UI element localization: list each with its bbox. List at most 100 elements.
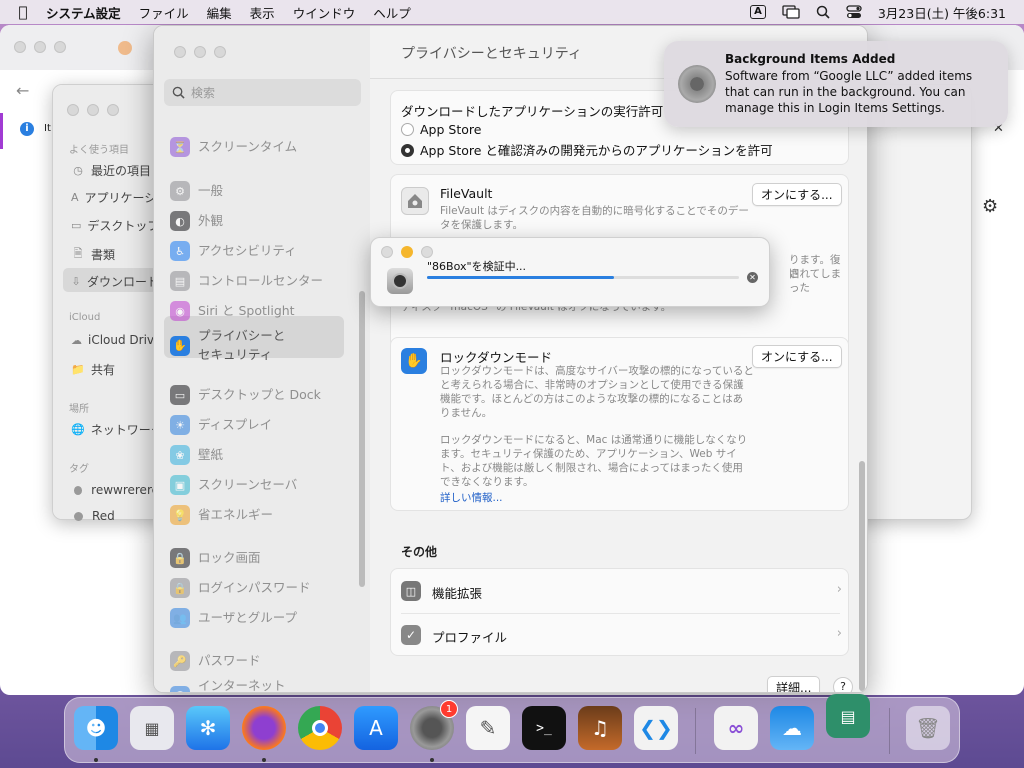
- control-center-icon[interactable]: [838, 5, 870, 19]
- finder-item-recents[interactable]: ◷ 最近の項目: [71, 162, 159, 179]
- finder-item-network[interactable]: 🌐 ネットワーク: [71, 421, 159, 438]
- sidebar-item-label: デスクトップと Dock: [198, 387, 321, 402]
- desktop-icon: ▭: [71, 219, 82, 232]
- menu-file[interactable]: ファイル: [130, 3, 198, 22]
- vscode-dock-icon[interactable]: ❮❯: [634, 706, 678, 750]
- notification-title: Background Items Added: [725, 52, 896, 66]
- settings-traffic-lights[interactable]: [174, 46, 226, 58]
- verify-progress-dialog: "86Box"を検証中... ✕: [370, 237, 770, 307]
- firefox-dock-icon[interactable]: [242, 706, 286, 750]
- finder-item-downloads[interactable]: ⇩ ダウンロード: [71, 273, 159, 290]
- sidebar-item-6[interactable]: ✋ プライバシーと セキュリティ: [170, 328, 285, 363]
- sidebar-item-11[interactable]: 💡 省エネルギー: [170, 505, 273, 525]
- menu-clock[interactable]: 3月23日(土) 午後6:31: [870, 3, 1024, 22]
- lockdown-desc-line: りません。: [440, 407, 493, 419]
- chrome-dock-icon[interactable]: [298, 706, 342, 750]
- sidebar-item-13[interactable]: 🔒 ログインパスワード: [170, 578, 311, 598]
- firefox-tab-icon[interactable]: [118, 41, 132, 55]
- sidebar-item-14[interactable]: 👥 ユーザとグループ: [170, 608, 297, 628]
- finder-traffic-lights[interactable]: [67, 104, 119, 116]
- sidebar-item-4[interactable]: ▤ コントロールセンター: [170, 271, 323, 291]
- sidebar-icon: ⏳: [170, 137, 190, 157]
- browser-traffic-lights[interactable]: [14, 41, 66, 53]
- running-indicator: [94, 758, 98, 762]
- help-button[interactable]: ?: [833, 677, 853, 692]
- finder-item-shared[interactable]: 📁 共有: [71, 361, 159, 378]
- sidebar-item-7[interactable]: ▭ デスクトップと Dock: [170, 385, 321, 405]
- finder-dock-icon[interactable]: ☻: [74, 706, 118, 750]
- 86box-dock-icon[interactable]: ▤: [826, 694, 870, 738]
- filevault-turn-on-button[interactable]: オンにする...: [752, 183, 842, 206]
- cancel-stop-icon[interactable]: ✕: [747, 272, 758, 283]
- sidebar-item-label: コントロールセンター: [198, 273, 324, 288]
- dialog-traffic-lights[interactable]: [381, 246, 433, 258]
- textedit-dock-icon[interactable]: ✎: [466, 706, 510, 750]
- page-title: プライバシーとセキュリティ: [401, 46, 582, 62]
- sidebar-icon: 💡: [170, 505, 190, 525]
- running-indicator: [430, 758, 434, 762]
- dock-separator: [889, 708, 890, 754]
- verify-label: "86Box"を検証中...: [427, 260, 527, 273]
- sidebar-scrollbar[interactable]: [359, 291, 365, 587]
- sidebar-item-8[interactable]: ☀ ディスプレイ: [170, 415, 272, 435]
- radio-app-store-identified[interactable]: App Store と確認済みの開発元からのアプリケーションを許可: [401, 140, 773, 159]
- sidebar-item-2[interactable]: ◐ 外観: [170, 211, 223, 231]
- finder-tag-red[interactable]: Red: [71, 509, 159, 523]
- apple-menu-icon[interactable]: : [0, 3, 46, 21]
- lockdown-turn-on-button[interactable]: オンにする...: [752, 345, 842, 368]
- extensions-row[interactable]: ◫ 機能拡張 ›: [391, 569, 850, 613]
- sidebar-item-9[interactable]: ❀ 壁紙: [170, 445, 223, 465]
- garageband-dock-icon[interactable]: ♫: [578, 706, 622, 750]
- sidebar-item-label: ログインパスワード: [198, 580, 311, 595]
- finder-item-icloud-drive[interactable]: ☁ iCloud Drive: [71, 333, 159, 347]
- sidebar-item-15[interactable]: 🔑 パスワード: [170, 651, 261, 671]
- screen-mirroring-icon[interactable]: [774, 5, 808, 19]
- sidebar-icon: 🔒: [170, 578, 190, 598]
- sidebar-item-5[interactable]: ◉ Siri と Spotlight: [170, 301, 295, 321]
- app-store-dock-icon[interactable]: A: [354, 706, 398, 750]
- lockdown-learn-more-link[interactable]: 詳しい情報...: [440, 490, 503, 505]
- menu-app-name[interactable]: システム設定: [46, 3, 130, 22]
- finder-section-tags: タグ: [69, 464, 89, 475]
- sidebar-icon: ❀: [170, 445, 190, 465]
- finder-tag-rewwrerere[interactable]: rewwrerere: [71, 483, 159, 497]
- chevron-right-icon: ›: [836, 626, 842, 641]
- profiles-row[interactable]: ✓ プロファイル ›: [391, 613, 850, 657]
- filevault-desc-1: FileVault はディスクの内容を自動的に暗号化することでそのデー: [440, 205, 749, 217]
- cloud-icon: ☁: [71, 333, 82, 347]
- finder-item-desktop[interactable]: ▭ デスクトップ: [71, 217, 159, 234]
- main-scrollbar[interactable]: [859, 461, 865, 691]
- filevault-desc-2: タを保護します。: [440, 219, 523, 231]
- menu-edit[interactable]: 編集: [198, 3, 241, 22]
- search-input[interactable]: 検索: [164, 79, 361, 106]
- finder-item-documents[interactable]: 🗎 書類: [71, 245, 159, 264]
- spotlight-search-icon[interactable]: [808, 5, 838, 19]
- sidebar-item-0[interactable]: ⏳ スクリーンタイム: [170, 137, 297, 157]
- safari-dock-icon[interactable]: ✻: [186, 706, 230, 750]
- details-button[interactable]: 詳細...: [767, 676, 821, 692]
- system-settings-dock-icon[interactable]: 1: [410, 700, 458, 750]
- weather-dock-icon[interactable]: ☁: [770, 706, 814, 750]
- visual-studio-dock-icon[interactable]: ∞: [714, 706, 758, 750]
- menu-help[interactable]: ヘルプ: [364, 3, 420, 22]
- lockdown-desc-line: ロックダウンモードは、高度なサイバー攻撃の標的になっていると: [440, 365, 754, 377]
- launchpad-dock-icon[interactable]: ▦: [130, 706, 174, 750]
- finder-item-applications[interactable]: Aアプリケーション: [71, 189, 159, 206]
- radio-app-store[interactable]: App Store: [401, 122, 481, 137]
- input-source-icon[interactable]: A: [742, 5, 774, 19]
- profiles-label: プロファイル: [432, 630, 508, 645]
- back-arrow-icon[interactable]: ←: [16, 81, 29, 100]
- sidebar-item-16[interactable]: @インターネットアカウント: [170, 678, 286, 692]
- menu-view[interactable]: 表示: [241, 3, 284, 22]
- settings-sidebar: 検索 ⏳ スクリーンタイム ⚙ 一般 ◐ 外観 ♿ アクセシビリティ ▤ コントロールセンター ◉ S…: [154, 26, 370, 692]
- sidebar-item-3[interactable]: ♿ アクセシビリティ: [170, 241, 297, 261]
- sidebar-item-1[interactable]: ⚙ 一般: [170, 181, 223, 201]
- gear-icon[interactable]: ⚙: [982, 196, 998, 217]
- sidebar-item-12[interactable]: 🔒 ロック画面: [170, 548, 261, 568]
- terminal-dock-icon[interactable]: >_: [522, 706, 566, 750]
- radio-off-icon: [401, 123, 414, 136]
- background-items-notification[interactable]: Background Items Added Software from “Go…: [664, 41, 1008, 127]
- trash-dock-icon[interactable]: 🗑: [906, 706, 950, 750]
- sidebar-item-10[interactable]: ▣ スクリーンセーバ: [170, 475, 297, 495]
- menu-window[interactable]: ウインドウ: [284, 3, 365, 22]
